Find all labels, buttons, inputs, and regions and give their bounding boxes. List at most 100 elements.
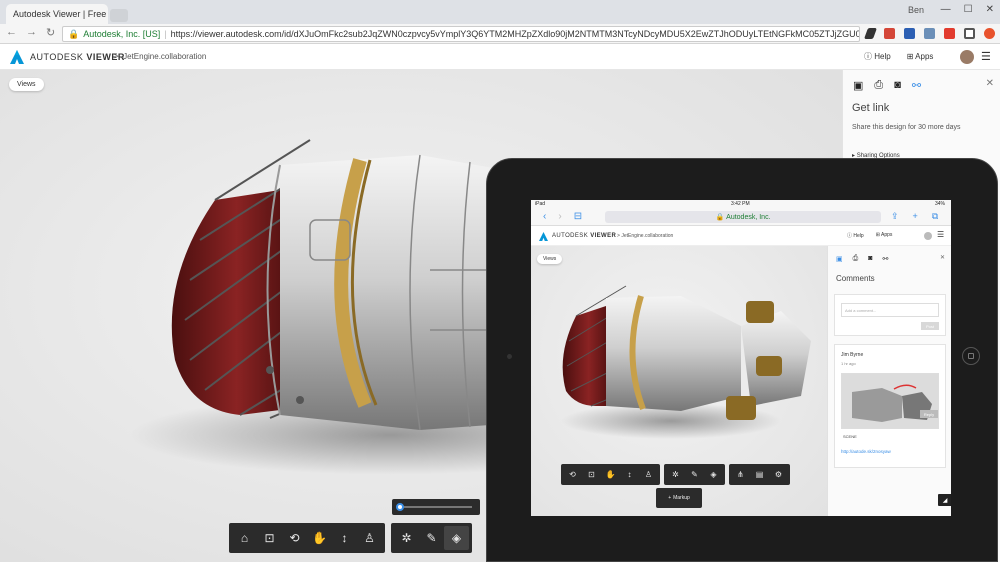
ipad-forward-icon[interactable]: ›: [558, 211, 561, 222]
ipad-pan-icon[interactable]: ✋: [601, 466, 620, 483]
explode-icon[interactable]: ✲: [394, 526, 419, 550]
ipad-safari-actions: ⇪ + ⧉: [891, 211, 938, 222]
explode-slider[interactable]: [392, 499, 480, 515]
panel-title: Get link: [852, 102, 890, 114]
ipad-comment-time: 1 hr ago: [841, 361, 856, 366]
ipad-markup-button[interactable]: + Markup: [656, 488, 702, 508]
reload-icon[interactable]: ↻: [46, 26, 55, 39]
ipad-explode-icon[interactable]: ✲: [666, 466, 685, 483]
extension-pocket-icon[interactable]: [924, 28, 935, 39]
ipad-link-icon[interactable]: ⚯: [882, 255, 888, 263]
ipad-camera-icon[interactable]: ◙: [868, 255, 872, 263]
cube-icon[interactable]: ◈: [444, 526, 469, 550]
ipad-url-field[interactable]: 🔒 Autodesk, Inc.: [605, 211, 881, 223]
minimize-icon[interactable]: —: [941, 4, 951, 15]
ipad-viewer-canvas[interactable]: Views ⟲ ⊡ ✋ ↕ ♙ ✲ ✎ ◈ ⋔ ▤ ⚙ + Markup: [531, 246, 827, 516]
user-avatar[interactable]: [960, 50, 974, 64]
ipad-walk-icon[interactable]: ♙: [639, 466, 658, 483]
orbit-icon[interactable]: ⟲: [282, 526, 307, 550]
ipad-fit-icon[interactable]: ⊡: [582, 466, 601, 483]
ipad-comment-icon[interactable]: ▣: [836, 255, 843, 263]
ipad-help-label: Help: [853, 233, 864, 239]
ipad-panel-close-icon[interactable]: ✕: [940, 254, 945, 261]
ipad-zoom-icon[interactable]: ↕: [620, 466, 639, 483]
profile-name[interactable]: Ben: [908, 5, 924, 15]
ipad-properties-icon[interactable]: ▤: [750, 466, 769, 483]
help-icon: ⓘ: [864, 52, 872, 61]
ipad-add-icon[interactable]: +: [913, 211, 918, 222]
print-icon[interactable]: ⎙: [874, 79, 883, 92]
omnibox[interactable]: 🔒 Autodesk, Inc. [US] | https://viewer.a…: [62, 26, 860, 42]
ipad-print-icon[interactable]: ⎙: [853, 255, 859, 263]
autodesk-logo-icon[interactable]: [10, 50, 24, 64]
ipad-apps-button[interactable]: ⊞ Apps: [876, 232, 893, 239]
maximize-icon[interactable]: ☐: [964, 4, 973, 15]
help-button[interactable]: ⓘ Help: [864, 51, 891, 62]
ipad-screen: iPad 3:42 PM 34% ‹ › ⊟ 🔒 Autodesk, Inc. …: [531, 200, 951, 516]
close-window-icon[interactable]: ✕: [986, 4, 994, 15]
extension-pen-icon[interactable]: [863, 28, 878, 39]
ipad-comment-input[interactable]: Add a comment...: [841, 303, 939, 317]
new-tab-button[interactable]: [110, 9, 128, 22]
ipad-comment-snapshot[interactable]: [841, 373, 939, 429]
ipad-apps-label: Apps: [881, 232, 893, 238]
extension-shield-icon[interactable]: [964, 28, 975, 39]
ipad-home-button[interactable]: [962, 347, 980, 365]
ipad-url-text: Autodesk, Inc.: [726, 213, 771, 221]
navigation-tools: ⌂ ⊡ ⟲ ✋ ↕ ♙: [229, 523, 385, 553]
ipad-avatar[interactable]: [924, 232, 932, 240]
ipad-orbit-icon[interactable]: ⟲: [563, 466, 582, 483]
hamburger-menu-icon[interactable]: ☰: [981, 50, 991, 63]
window-controls: — ☐ ✕: [941, 4, 994, 15]
ipad-markup-label: Markup: [673, 495, 690, 501]
ipad-breadcrumb-file[interactable]: JetEngine.collaboration: [621, 233, 673, 239]
ipad-comment-link[interactable]: http://autode.sk/2nosyaw: [841, 449, 891, 454]
measure-icon[interactable]: ✎: [419, 526, 444, 550]
explode-slider-knob[interactable]: [396, 503, 404, 511]
panel-close-icon[interactable]: ✕: [986, 78, 994, 89]
ipad-comments-panel: ▣ ⎙ ◙ ⚯ ✕ Comments Add a comment... Post…: [827, 246, 951, 516]
ipad-autodesk-logo-icon[interactable]: [539, 232, 548, 241]
ipad-back-icon[interactable]: ‹: [543, 211, 546, 222]
zoom-icon[interactable]: ↕: [332, 526, 357, 550]
explode-slider-track[interactable]: [400, 506, 472, 508]
extension-bookmark-icon[interactable]: [904, 28, 915, 39]
ipad-feedback-icon[interactable]: ◢: [938, 494, 951, 506]
extension-icons: ☰: [863, 28, 1000, 39]
ipad-measure-icon[interactable]: ✎: [685, 466, 704, 483]
panel-description: Share this design for 30 more days: [852, 124, 961, 131]
model-tools: ✲ ✎ ◈: [391, 523, 472, 553]
apps-button[interactable]: ⊞ Apps: [907, 52, 934, 61]
lock-icon: 🔒: [68, 28, 80, 39]
ipad-comment-card: Jim Byrne 1 hr ago SCENE http://autode.s…: [834, 344, 946, 468]
fit-icon[interactable]: ⊡: [257, 526, 282, 550]
back-icon[interactable]: ←: [6, 26, 17, 39]
ipad-settings-icon[interactable]: ⚙: [769, 466, 788, 483]
extension-office-icon[interactable]: [984, 28, 995, 39]
breadcrumb-file[interactable]: JetEngine.collaboration: [123, 52, 206, 61]
extension-red-icon[interactable]: [944, 28, 955, 39]
ipad-brand: AUTODESK VIEWER: [552, 233, 616, 239]
ipad-post-button[interactable]: Post: [921, 322, 939, 330]
ipad-cube-icon[interactable]: ◈: [704, 466, 723, 483]
comment-icon[interactable]: ▣: [853, 79, 863, 92]
ipad-help-button[interactable]: ⓘ Help: [847, 232, 864, 239]
pan-icon[interactable]: ✋: [307, 526, 332, 550]
forward-icon[interactable]: →: [26, 26, 37, 39]
link-icon[interactable]: ⚯: [912, 79, 921, 92]
ipad-reply-button[interactable]: Reply: [920, 410, 938, 418]
ipad-menu-icon[interactable]: ☰: [937, 230, 944, 239]
home-icon[interactable]: ⌂: [232, 526, 257, 550]
extension-gmail-icon[interactable]: [884, 28, 895, 39]
ipad-share-icon[interactable]: ⇪: [891, 211, 899, 222]
url-text[interactable]: https://viewer.autodesk.com/id/dXJuOmFkc…: [171, 29, 859, 39]
ipad-navigation-tools: ⟲ ⊡ ✋ ↕ ♙: [561, 464, 660, 485]
browser-tab[interactable]: Autodesk Viewer | Free ✕: [6, 4, 108, 24]
ipad-bookmarks-icon[interactable]: ⊟: [574, 211, 582, 222]
ipad-comment-compose: Add a comment... Post: [834, 294, 946, 336]
ipad-structure-icon[interactable]: ⋔: [731, 466, 750, 483]
walk-icon[interactable]: ♙: [357, 526, 382, 550]
breadcrumb-separator: >: [114, 52, 119, 61]
camera-icon[interactable]: ◙: [894, 79, 901, 92]
ipad-tabs-icon[interactable]: ⧉: [932, 211, 938, 222]
